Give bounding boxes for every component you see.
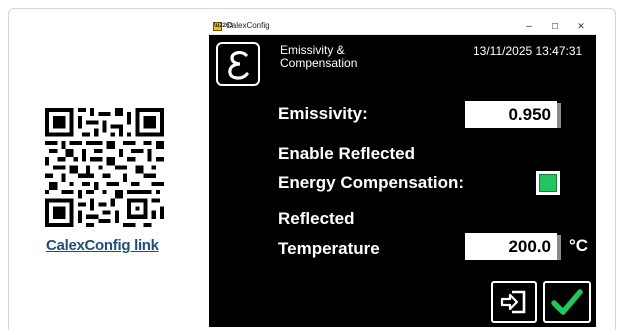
- qr-code[interactable]: [45, 108, 164, 227]
- app-icon: \u2263: [213, 22, 233, 31]
- calexconfig-window: \u2263 CalexConfig – ☐ ✕ Emissivity & Co…: [209, 19, 596, 327]
- close-button[interactable]: ✕: [570, 19, 592, 35]
- calexconfig-link[interactable]: CalexConfig link: [46, 237, 159, 254]
- check-icon: [551, 289, 583, 315]
- exit-icon: [500, 290, 526, 314]
- title-bar[interactable]: \u2263 CalexConfig – ☐ ✕: [209, 19, 596, 35]
- reflected-temp-label-line2: Temperature: [278, 239, 380, 258]
- page: CalexConfig link \u2263 CalexConfig – ☐ …: [0, 0, 622, 335]
- maximize-button[interactable]: ☐: [544, 19, 566, 35]
- screen-title: Emissivity & Compensation: [280, 44, 357, 70]
- checkbox-checked-indicator: [539, 174, 557, 192]
- minimize-button[interactable]: –: [518, 19, 540, 35]
- window-title: CalexConfig: [226, 21, 270, 30]
- reflected-comp-checkbox[interactable]: [536, 171, 560, 195]
- reflected-temp-label-line1: Reflected: [278, 209, 355, 228]
- epsilon-logo-icon: [228, 51, 249, 80]
- emissivity-label: Emissivity:: [278, 104, 368, 123]
- temperature-unit: °C: [569, 236, 589, 255]
- screen-title-line2: Compensation: [280, 56, 358, 70]
- reflected-comp-label-line2: Energy Compensation:: [278, 173, 465, 192]
- calex-logo: [216, 42, 260, 86]
- reflected-temp-input[interactable]: 200.0: [465, 233, 561, 260]
- datetime-display: 13/11/2025 13:47:31: [473, 44, 583, 58]
- confirm-button[interactable]: [543, 281, 591, 323]
- exit-button[interactable]: [491, 281, 537, 323]
- emissivity-input[interactable]: 0.950: [465, 101, 561, 128]
- reflected-comp-label-line1: Enable Reflected: [278, 144, 415, 163]
